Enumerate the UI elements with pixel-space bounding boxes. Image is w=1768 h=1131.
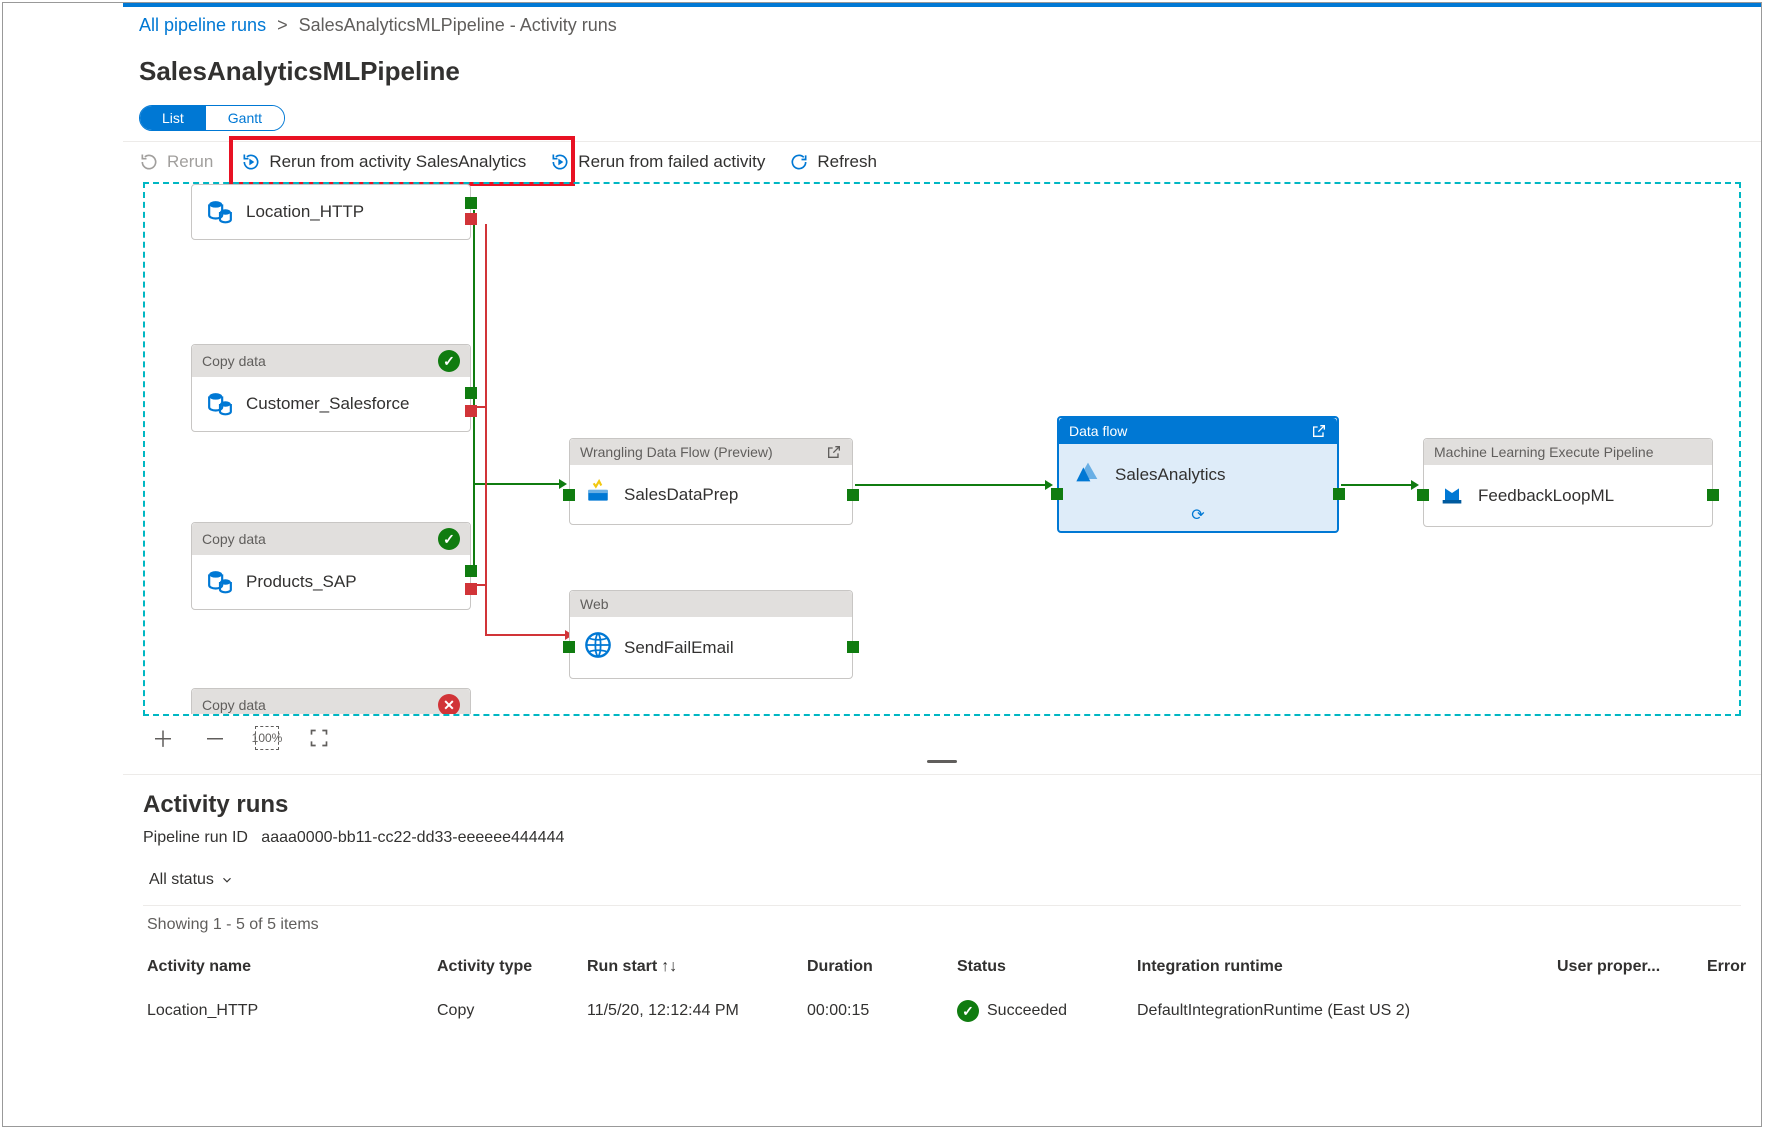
zoom-in-button[interactable]: ＋ xyxy=(151,726,175,750)
col-integration-runtime[interactable]: Integration runtime xyxy=(1133,948,1553,986)
node-location-http[interactable]: Location_HTTP xyxy=(191,184,471,240)
node-header: Web xyxy=(580,596,609,612)
pipeline-canvas[interactable]: Location_HTTP Copy data ✓ Customer_Sales… xyxy=(143,182,1741,716)
node-header: Copy data xyxy=(202,353,266,369)
node-products-sap[interactable]: Copy data ✓ Products_SAP xyxy=(191,522,471,610)
node-copydata-4[interactable]: Copy data ✕ xyxy=(191,688,471,716)
run-id-value: aaaa0000-bb11-cc22-dd33-eeeeee444444 xyxy=(261,829,564,846)
node-customer-salesforce[interactable]: Copy data ✓ Customer_Salesforce xyxy=(191,344,471,432)
breadcrumb: All pipeline runs > SalesAnalyticsMLPipe… xyxy=(123,7,1761,46)
col-duration[interactable]: Duration xyxy=(803,948,953,986)
sync-icon[interactable]: ⟳ xyxy=(1059,505,1337,531)
breadcrumb-separator: > xyxy=(271,15,294,35)
open-icon[interactable] xyxy=(1311,423,1327,439)
run-id-label: Pipeline run ID xyxy=(143,829,248,846)
col-status[interactable]: Status xyxy=(953,948,1133,986)
highlight-box xyxy=(229,136,575,186)
node-label: Products_SAP xyxy=(246,572,357,592)
database-icon xyxy=(206,199,234,225)
success-icon: ✓ xyxy=(957,1000,979,1022)
node-label: FeedbackLoopML xyxy=(1478,486,1614,506)
activity-runs-heading: Activity runs xyxy=(143,791,1741,819)
error-icon: ✕ xyxy=(438,694,460,716)
dataflow-icon xyxy=(1073,458,1103,491)
page-title: SalesAnalyticsMLPipeline xyxy=(123,46,1761,105)
node-salesdataprep[interactable]: Wrangling Data Flow (Preview) SalesDataP… xyxy=(569,438,853,525)
success-icon: ✓ xyxy=(438,350,460,372)
cell-status: ✓ Succeeded xyxy=(953,986,1133,1036)
zoom-fit-button[interactable] xyxy=(307,726,331,750)
ml-icon xyxy=(1438,479,1466,512)
col-activity-type[interactable]: Activity type xyxy=(433,948,583,986)
node-header: Machine Learning Execute Pipeline xyxy=(1434,444,1653,460)
cell-user-properties xyxy=(1553,986,1703,1036)
col-activity-name[interactable]: Activity name xyxy=(143,948,433,986)
cell-duration: 00:00:15 xyxy=(803,986,953,1036)
node-header: Data flow xyxy=(1069,423,1127,439)
cell-integration-runtime: DefaultIntegrationRuntime (East US 2) xyxy=(1133,986,1553,1036)
resize-handle[interactable] xyxy=(927,760,957,763)
breadcrumb-root-link[interactable]: All pipeline runs xyxy=(139,15,266,35)
rerun-icon xyxy=(139,152,159,172)
cell-activity-type: Copy xyxy=(433,986,583,1036)
breadcrumb-current: SalesAnalyticsMLPipeline - Activity runs xyxy=(299,15,617,35)
node-header: Copy data xyxy=(202,697,266,713)
node-label: Customer_Salesforce xyxy=(246,394,409,414)
database-icon xyxy=(206,391,234,417)
node-header: Copy data xyxy=(202,531,266,547)
col-run-start[interactable]: Run start ↑↓ xyxy=(583,948,803,986)
cell-run-start: 11/5/20, 12:12:44 PM xyxy=(583,986,803,1036)
node-label: SendFailEmail xyxy=(624,638,734,658)
showing-count: Showing 1 - 5 of 5 items xyxy=(143,916,1741,948)
rerun-from-failed-button[interactable]: Rerun from failed activity xyxy=(550,152,765,172)
view-toggle: List Gantt xyxy=(139,105,285,131)
sort-icon: ↑↓ xyxy=(661,958,677,976)
cell-activity-name[interactable]: Location_HTTP xyxy=(143,986,433,1036)
open-icon[interactable] xyxy=(826,444,842,460)
refresh-button[interactable]: Refresh xyxy=(789,152,877,172)
refresh-icon xyxy=(789,152,809,172)
rerun-button[interactable]: Rerun xyxy=(139,152,213,172)
status-filter[interactable]: All status xyxy=(143,867,1741,905)
cell-error xyxy=(1703,986,1768,1036)
col-user-properties[interactable]: User proper... xyxy=(1553,948,1703,986)
database-icon xyxy=(206,569,234,595)
view-list-tab[interactable]: List xyxy=(140,106,206,130)
activity-runs-table: Activity name Activity type Run start ↑↓… xyxy=(143,948,1741,1036)
globe-icon xyxy=(584,631,612,664)
view-gantt-tab[interactable]: Gantt xyxy=(206,106,284,130)
node-label: SalesAnalytics xyxy=(1115,465,1226,485)
node-salesanalytics[interactable]: Data flow SalesAnalytics ⟳ xyxy=(1057,416,1339,533)
wrangle-icon xyxy=(584,479,612,510)
node-feedbackloopml[interactable]: Machine Learning Execute Pipeline Feedba… xyxy=(1423,438,1713,527)
node-label: SalesDataPrep xyxy=(624,485,738,505)
chevron-down-icon xyxy=(220,873,234,887)
zoom-out-button[interactable]: － xyxy=(203,726,227,750)
node-label: Location_HTTP xyxy=(246,202,364,222)
node-sendfailemail[interactable]: Web SendFailEmail xyxy=(569,590,853,679)
node-header: Wrangling Data Flow (Preview) xyxy=(580,444,773,460)
zoom-reset-button[interactable]: 100% xyxy=(255,726,279,750)
activity-runs-section: Activity runs Pipeline run ID aaaa0000-b… xyxy=(123,774,1761,1036)
toolbar: Rerun Rerun from activity SalesAnalytics… xyxy=(123,141,1761,182)
zoom-toolbar: ＋ － 100% xyxy=(123,716,1761,760)
col-error[interactable]: Error xyxy=(1703,948,1768,986)
success-icon: ✓ xyxy=(438,528,460,550)
